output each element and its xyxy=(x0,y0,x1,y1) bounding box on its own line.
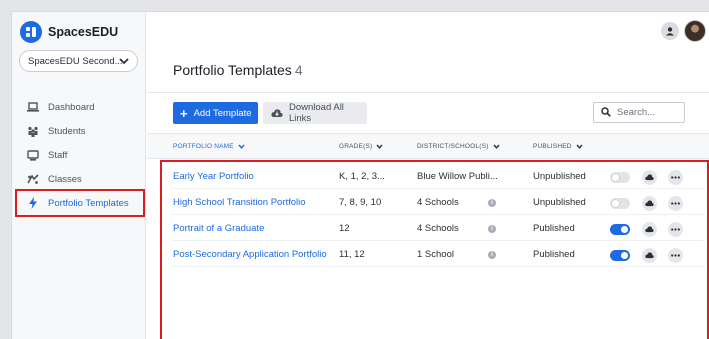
download-all-links-button[interactable]: Download All Links xyxy=(263,102,367,124)
column-header-label: PUBLISHED xyxy=(533,143,572,150)
search-box[interactable] xyxy=(593,102,685,123)
chevron-down-icon xyxy=(376,144,383,149)
add-template-label: Add Template xyxy=(193,107,252,119)
sidebar-item-label: Students xyxy=(48,125,86,137)
column-header-portfolio-name[interactable]: PORTFOLIO NAME xyxy=(173,143,245,150)
search-input[interactable] xyxy=(617,107,677,118)
avatar[interactable] xyxy=(684,20,706,42)
table-highlight xyxy=(160,160,709,339)
chevron-down-icon xyxy=(119,57,129,68)
search-icon xyxy=(601,104,611,122)
sidebar-item-staff[interactable]: Staff xyxy=(26,148,67,162)
active-item-highlight xyxy=(15,189,145,217)
column-header-label: DISTRICT/SCHOOL(S) xyxy=(417,143,489,150)
sidebar: SpacesEDU SpacesEDU Second... Dashboard … xyxy=(12,12,146,339)
sidebar-item-classes[interactable]: Classes xyxy=(26,172,82,186)
brand[interactable]: SpacesEDU xyxy=(20,21,118,43)
cloud-download-icon xyxy=(271,108,283,118)
chevron-down-icon xyxy=(576,144,583,149)
spacesedu-logo-icon xyxy=(20,21,42,43)
chevron-down-icon xyxy=(492,144,500,149)
staff-icon xyxy=(26,149,40,161)
column-header-district-schools[interactable]: DISTRICT/SCHOOL(S) xyxy=(417,143,500,150)
column-header-published[interactable]: PUBLISHED xyxy=(533,143,583,150)
sidebar-item-students[interactable]: Students xyxy=(26,124,86,138)
laptop-icon xyxy=(26,102,40,112)
header-user-area xyxy=(661,20,706,42)
column-header-label: PORTFOLIO NAME xyxy=(173,143,234,150)
plus-icon: + xyxy=(180,105,188,121)
column-header-label: GRADE(S) xyxy=(339,143,373,150)
chevron-down-icon xyxy=(238,144,245,149)
divider xyxy=(147,92,709,93)
column-header-grades[interactable]: GRADE(S) xyxy=(339,143,383,150)
download-all-links-label: Download All Links xyxy=(289,102,344,124)
brand-name: SpacesEDU xyxy=(48,25,119,39)
sidebar-item-dashboard[interactable]: Dashboard xyxy=(26,100,94,114)
school-select[interactable]: SpacesEDU Second... xyxy=(19,50,138,72)
app-window: SpacesEDU SpacesEDU Second... Dashboard … xyxy=(11,11,709,339)
school-select-value: SpacesEDU Second... xyxy=(28,55,123,67)
page-title-text: Portfolio Templates xyxy=(173,62,292,78)
classes-icon xyxy=(26,173,40,185)
user-menu-button[interactable] xyxy=(661,22,679,40)
add-template-button[interactable]: + Add Template xyxy=(173,102,258,124)
students-icon xyxy=(26,126,40,137)
sidebar-item-label: Classes xyxy=(48,173,82,185)
sidebar-item-label: Staff xyxy=(48,149,68,161)
user-icon xyxy=(666,27,674,36)
page-title: Portfolio Templates 4 xyxy=(173,62,303,78)
sidebar-item-label: Dashboard xyxy=(48,101,95,113)
template-count: 4 xyxy=(294,62,303,78)
